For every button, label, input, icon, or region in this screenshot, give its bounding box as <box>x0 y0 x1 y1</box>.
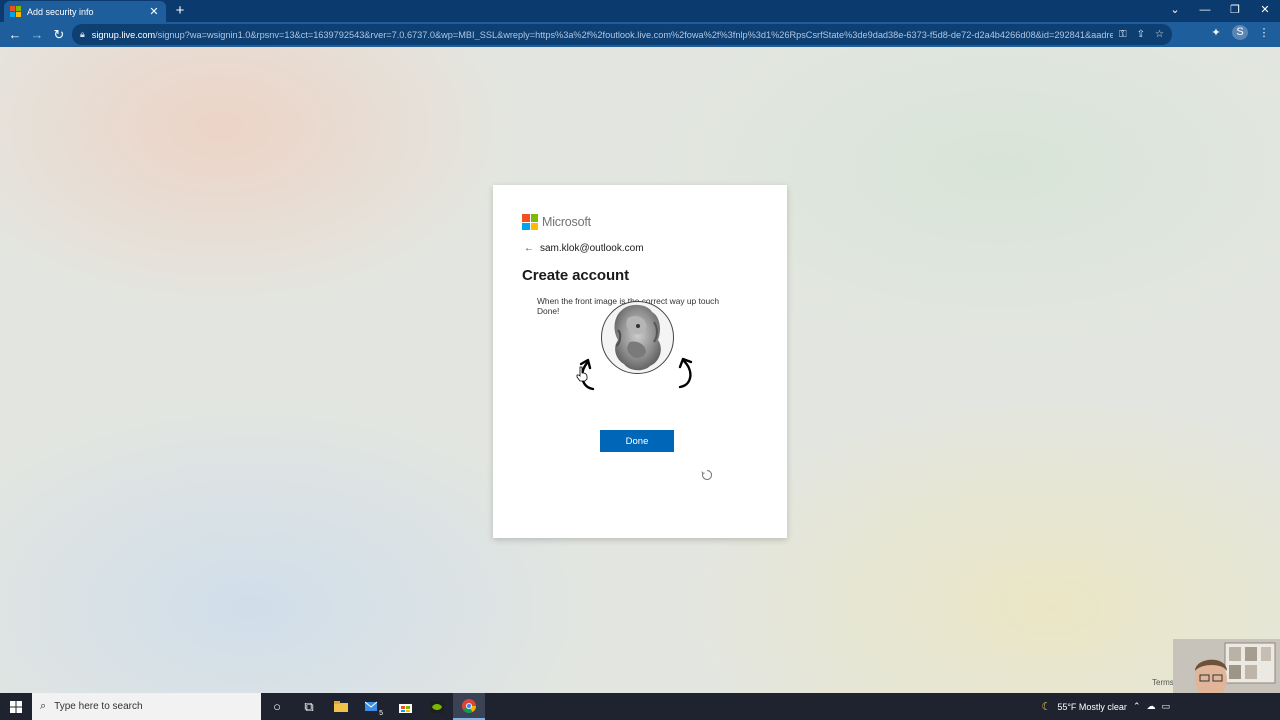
tab-title: Add security info <box>27 6 94 17</box>
url-host: signup.live.com <box>91 29 156 40</box>
key-icon[interactable]: ⚿ <box>1119 29 1127 40</box>
tab-close-icon[interactable]: ✕ <box>148 5 160 18</box>
brand-name: Microsoft <box>542 215 591 229</box>
nvidia-icon[interactable] <box>421 693 453 720</box>
chrome-logo-icon <box>462 698 476 713</box>
moon-weather-icon[interactable]: ☾ <box>1041 700 1051 713</box>
windows-logo-icon <box>10 700 22 713</box>
back-button[interactable]: ← <box>4 24 26 46</box>
network-icon[interactable]: ▭ <box>1161 701 1170 712</box>
url-text: signup.live.com/signup?wa=wsignin1.0&rps… <box>92 30 1113 40</box>
microsoft-grid-icon <box>522 214 538 230</box>
signup-card: Microsoft ← sam.klok@outlook.com Create … <box>493 185 787 538</box>
page-title: Create account <box>522 267 629 284</box>
chevron-up-icon[interactable]: ⌃ <box>1133 701 1141 712</box>
folder-icon <box>334 701 348 712</box>
loading-spinner-icon <box>701 469 713 480</box>
terms-link[interactable]: Terms <box>1152 678 1174 687</box>
store-icon[interactable] <box>389 693 421 720</box>
close-window-button[interactable]: ✕ <box>1250 0 1280 22</box>
cloud-icon[interactable]: ☁ <box>1146 701 1155 712</box>
mail-badge: 5 <box>379 710 383 717</box>
microsoft-favicon-icon <box>10 6 21 17</box>
identity-banner[interactable]: ← sam.klok@outlook.com <box>524 243 644 254</box>
profile-avatar[interactable]: S <box>1232 25 1248 40</box>
address-bar[interactable]: 🔒︎ signup.live.com/signup?wa=wsignin1.0&… <box>72 24 1172 45</box>
browser-tab-strip: Add security info ✕ + ⌄ — ❐ ✕ <box>0 0 1280 22</box>
lock-icon[interactable]: 🔒︎ <box>80 29 85 40</box>
system-tray: ☾ 55°F Mostly clear ⌃ ☁ ▭ <box>1041 693 1170 720</box>
done-button[interactable]: Done <box>600 430 674 452</box>
nvidia-eye-icon <box>430 700 444 713</box>
search-icon: ⌕ <box>40 700 47 712</box>
minimize-button[interactable]: — <box>1190 0 1220 22</box>
file-explorer-icon[interactable] <box>325 693 357 720</box>
url-path: /signup?wa=wsignin1.0&rpsnv=13&ct=163979… <box>155 29 1114 40</box>
identity-email: sam.klok@outlook.com <box>540 243 644 254</box>
rotate-right-arrow-icon[interactable] <box>676 355 704 393</box>
tab-add-security-info[interactable]: Add security info ✕ <box>4 1 166 22</box>
reload-button[interactable]: ↻ <box>48 24 70 46</box>
chrome-icon[interactable] <box>453 693 485 720</box>
back-arrow-icon[interactable]: ← <box>524 243 534 254</box>
share-icon[interactable]: ⇪ <box>1137 29 1145 40</box>
mail-icon[interactable]: 5 <box>357 693 389 720</box>
new-tab-button[interactable]: + <box>172 3 188 19</box>
hand-cursor-icon <box>576 366 588 382</box>
window-controls: ⌄ — ❐ ✕ <box>1160 0 1280 22</box>
weather-text[interactable]: 55°F Mostly clear <box>1057 702 1127 712</box>
microsoft-logo: Microsoft <box>522 214 591 230</box>
windows-taskbar: ⌕ Type here to search ○ ⧉ 5 ☾ 55°F Mostl… <box>0 693 1280 720</box>
extensions-puzzle-icon[interactable]: ✦ <box>1208 26 1224 39</box>
shopping-bag-icon <box>398 703 412 713</box>
cortana-icon[interactable]: ○ <box>261 693 293 720</box>
search-placeholder: Type here to search <box>54 701 143 712</box>
menu-kebab-icon[interactable]: ⋮ <box>1256 26 1272 39</box>
forward-button[interactable]: → <box>26 24 48 46</box>
tab-search-chevron-icon[interactable]: ⌄ <box>1160 0 1190 22</box>
page-viewport: Microsoft ← sam.klok@outlook.com Create … <box>0 47 1280 693</box>
bookmark-star-icon[interactable]: ☆ <box>1155 29 1164 40</box>
captcha-rotated-image <box>601 301 674 374</box>
restore-button[interactable]: ❐ <box>1220 0 1250 22</box>
taskbar-search-input[interactable]: ⌕ Type here to search <box>32 693 261 720</box>
start-button[interactable] <box>0 693 32 720</box>
task-view-icon[interactable]: ⧉ <box>293 693 325 720</box>
browser-toolbar: ← → ↻ 🔒︎ signup.live.com/signup?wa=wsign… <box>0 22 1280 47</box>
